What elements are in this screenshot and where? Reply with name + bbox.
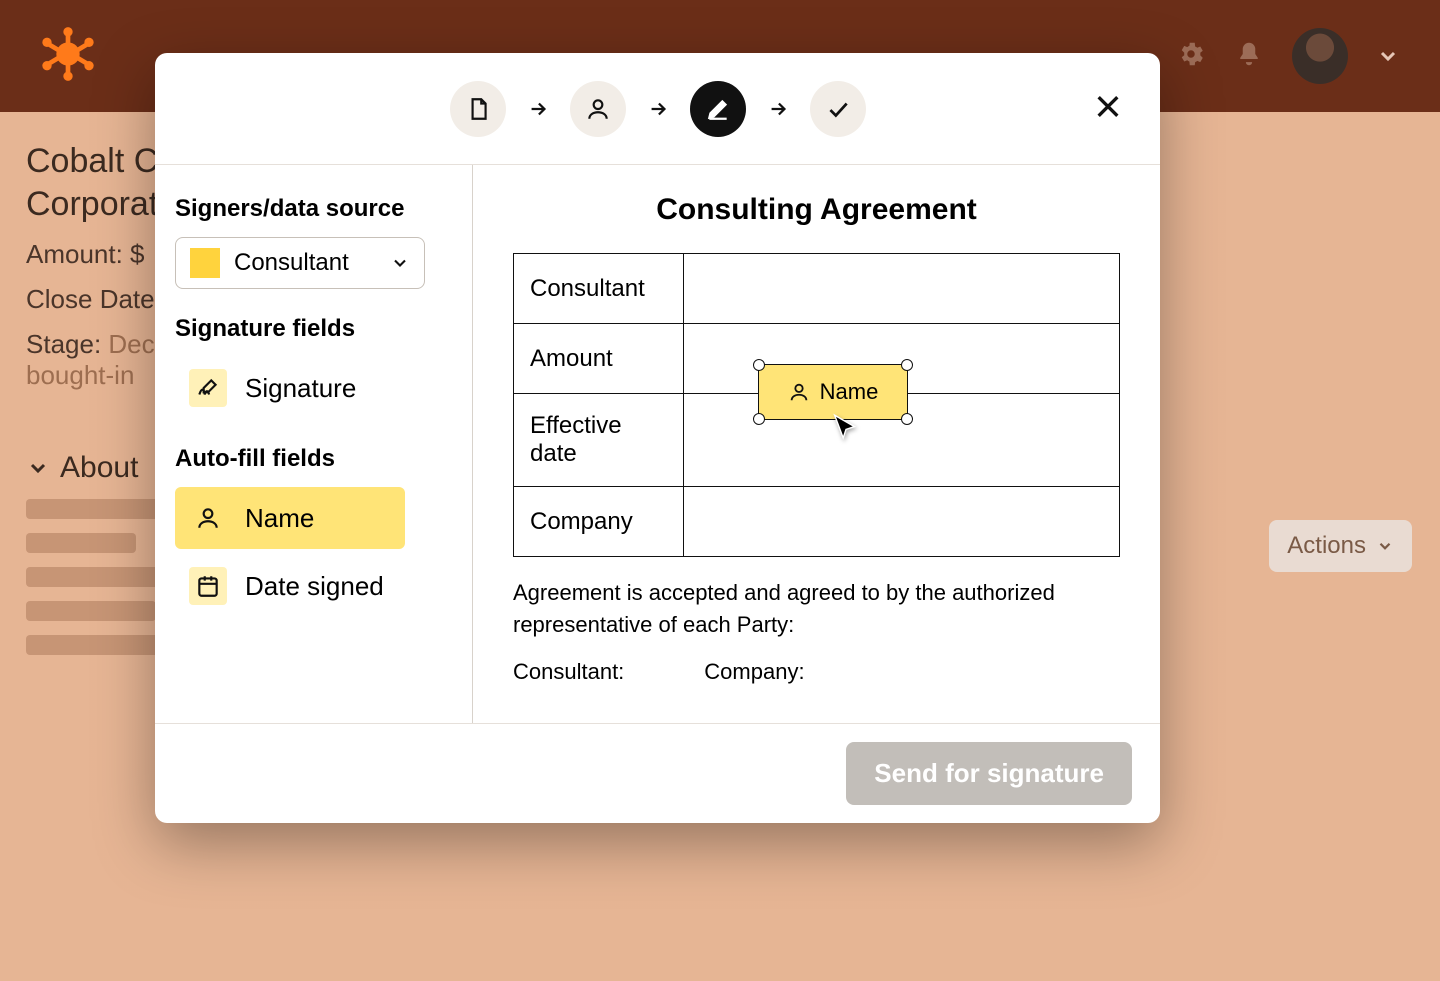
about-label: About: [60, 451, 138, 485]
field-signature[interactable]: Signature: [175, 357, 405, 419]
step-document[interactable]: [450, 81, 506, 137]
resize-handle[interactable]: [901, 359, 913, 371]
chevron-down-icon: [390, 253, 410, 273]
chevron-down-icon: [1376, 537, 1394, 555]
signature-fields-heading: Signature fields: [175, 315, 452, 343]
modal-stepper: [155, 53, 1160, 165]
close-button[interactable]: [1092, 90, 1124, 127]
arrow-right-icon: [764, 95, 792, 123]
field-label: Signature: [245, 373, 356, 404]
signature-icon: [189, 369, 227, 407]
step-signers[interactable]: [570, 81, 626, 137]
hubspot-logo-icon[interactable]: [40, 26, 96, 87]
field-label: Name: [245, 503, 314, 534]
autofill-fields-heading: Auto-fill fields: [175, 445, 452, 473]
step-review[interactable]: [810, 81, 866, 137]
placeholder-row: [26, 533, 136, 553]
document-page: Consulting Agreement Consultant Amount E…: [473, 165, 1160, 723]
resize-handle[interactable]: [901, 413, 913, 425]
signature-line-consultant: Consultant:: [513, 659, 624, 685]
field-date-signed[interactable]: Date signed: [175, 555, 405, 617]
person-icon: [189, 499, 227, 537]
row-label-effective-date: Effective date: [514, 394, 684, 487]
document-title: Consulting Agreement: [513, 193, 1120, 227]
cursor-icon: [829, 411, 863, 445]
gear-icon[interactable]: [1176, 39, 1206, 74]
pencil-icon: [705, 96, 731, 122]
signature-line-company: Company:: [704, 659, 804, 685]
document-canvas[interactable]: Consulting Agreement Consultant Amount E…: [473, 165, 1160, 723]
signer-name: Consultant: [234, 249, 349, 277]
actions-button[interactable]: Actions: [1269, 520, 1412, 572]
row-value-consultant[interactable]: [684, 254, 1120, 324]
field-label: Date signed: [245, 571, 384, 602]
check-icon: [825, 96, 851, 122]
resize-handle[interactable]: [753, 359, 765, 371]
avatar[interactable]: [1292, 28, 1348, 84]
row-label-consultant: Consultant: [514, 254, 684, 324]
calendar-icon: [189, 567, 227, 605]
row-label-amount: Amount: [514, 324, 684, 394]
close-icon: [1092, 90, 1124, 122]
placed-field-label: Name: [820, 379, 879, 405]
fields-sidebar: Signers/data source Consultant Signature…: [155, 165, 473, 723]
signer-select[interactable]: Consultant: [175, 237, 425, 289]
row-value-company[interactable]: [684, 487, 1120, 557]
notifications-icon[interactable]: [1234, 39, 1264, 74]
resize-handle[interactable]: [753, 413, 765, 425]
modal-footer: Send for signature: [155, 723, 1160, 823]
arrow-right-icon: [644, 95, 672, 123]
arrow-right-icon: [524, 95, 552, 123]
row-label-company: Company: [514, 487, 684, 557]
send-label: Send for signature: [874, 758, 1104, 788]
step-edit-fields[interactable]: [690, 81, 746, 137]
send-for-signature-button[interactable]: Send for signature: [846, 742, 1132, 805]
signer-color-swatch: [190, 248, 220, 278]
placeholder-row: [26, 601, 156, 621]
field-name[interactable]: Name: [175, 487, 405, 549]
person-icon: [585, 96, 611, 122]
signers-heading: Signers/data source: [175, 195, 452, 223]
person-icon: [788, 381, 810, 403]
document-icon: [465, 96, 491, 122]
esign-editor-modal: Signers/data source Consultant Signature…: [155, 53, 1160, 823]
actions-label: Actions: [1287, 532, 1366, 560]
account-menu-caret[interactable]: [1376, 44, 1400, 68]
agreement-acceptance-text: Agreement is accepted and agreed to by t…: [513, 577, 1120, 641]
